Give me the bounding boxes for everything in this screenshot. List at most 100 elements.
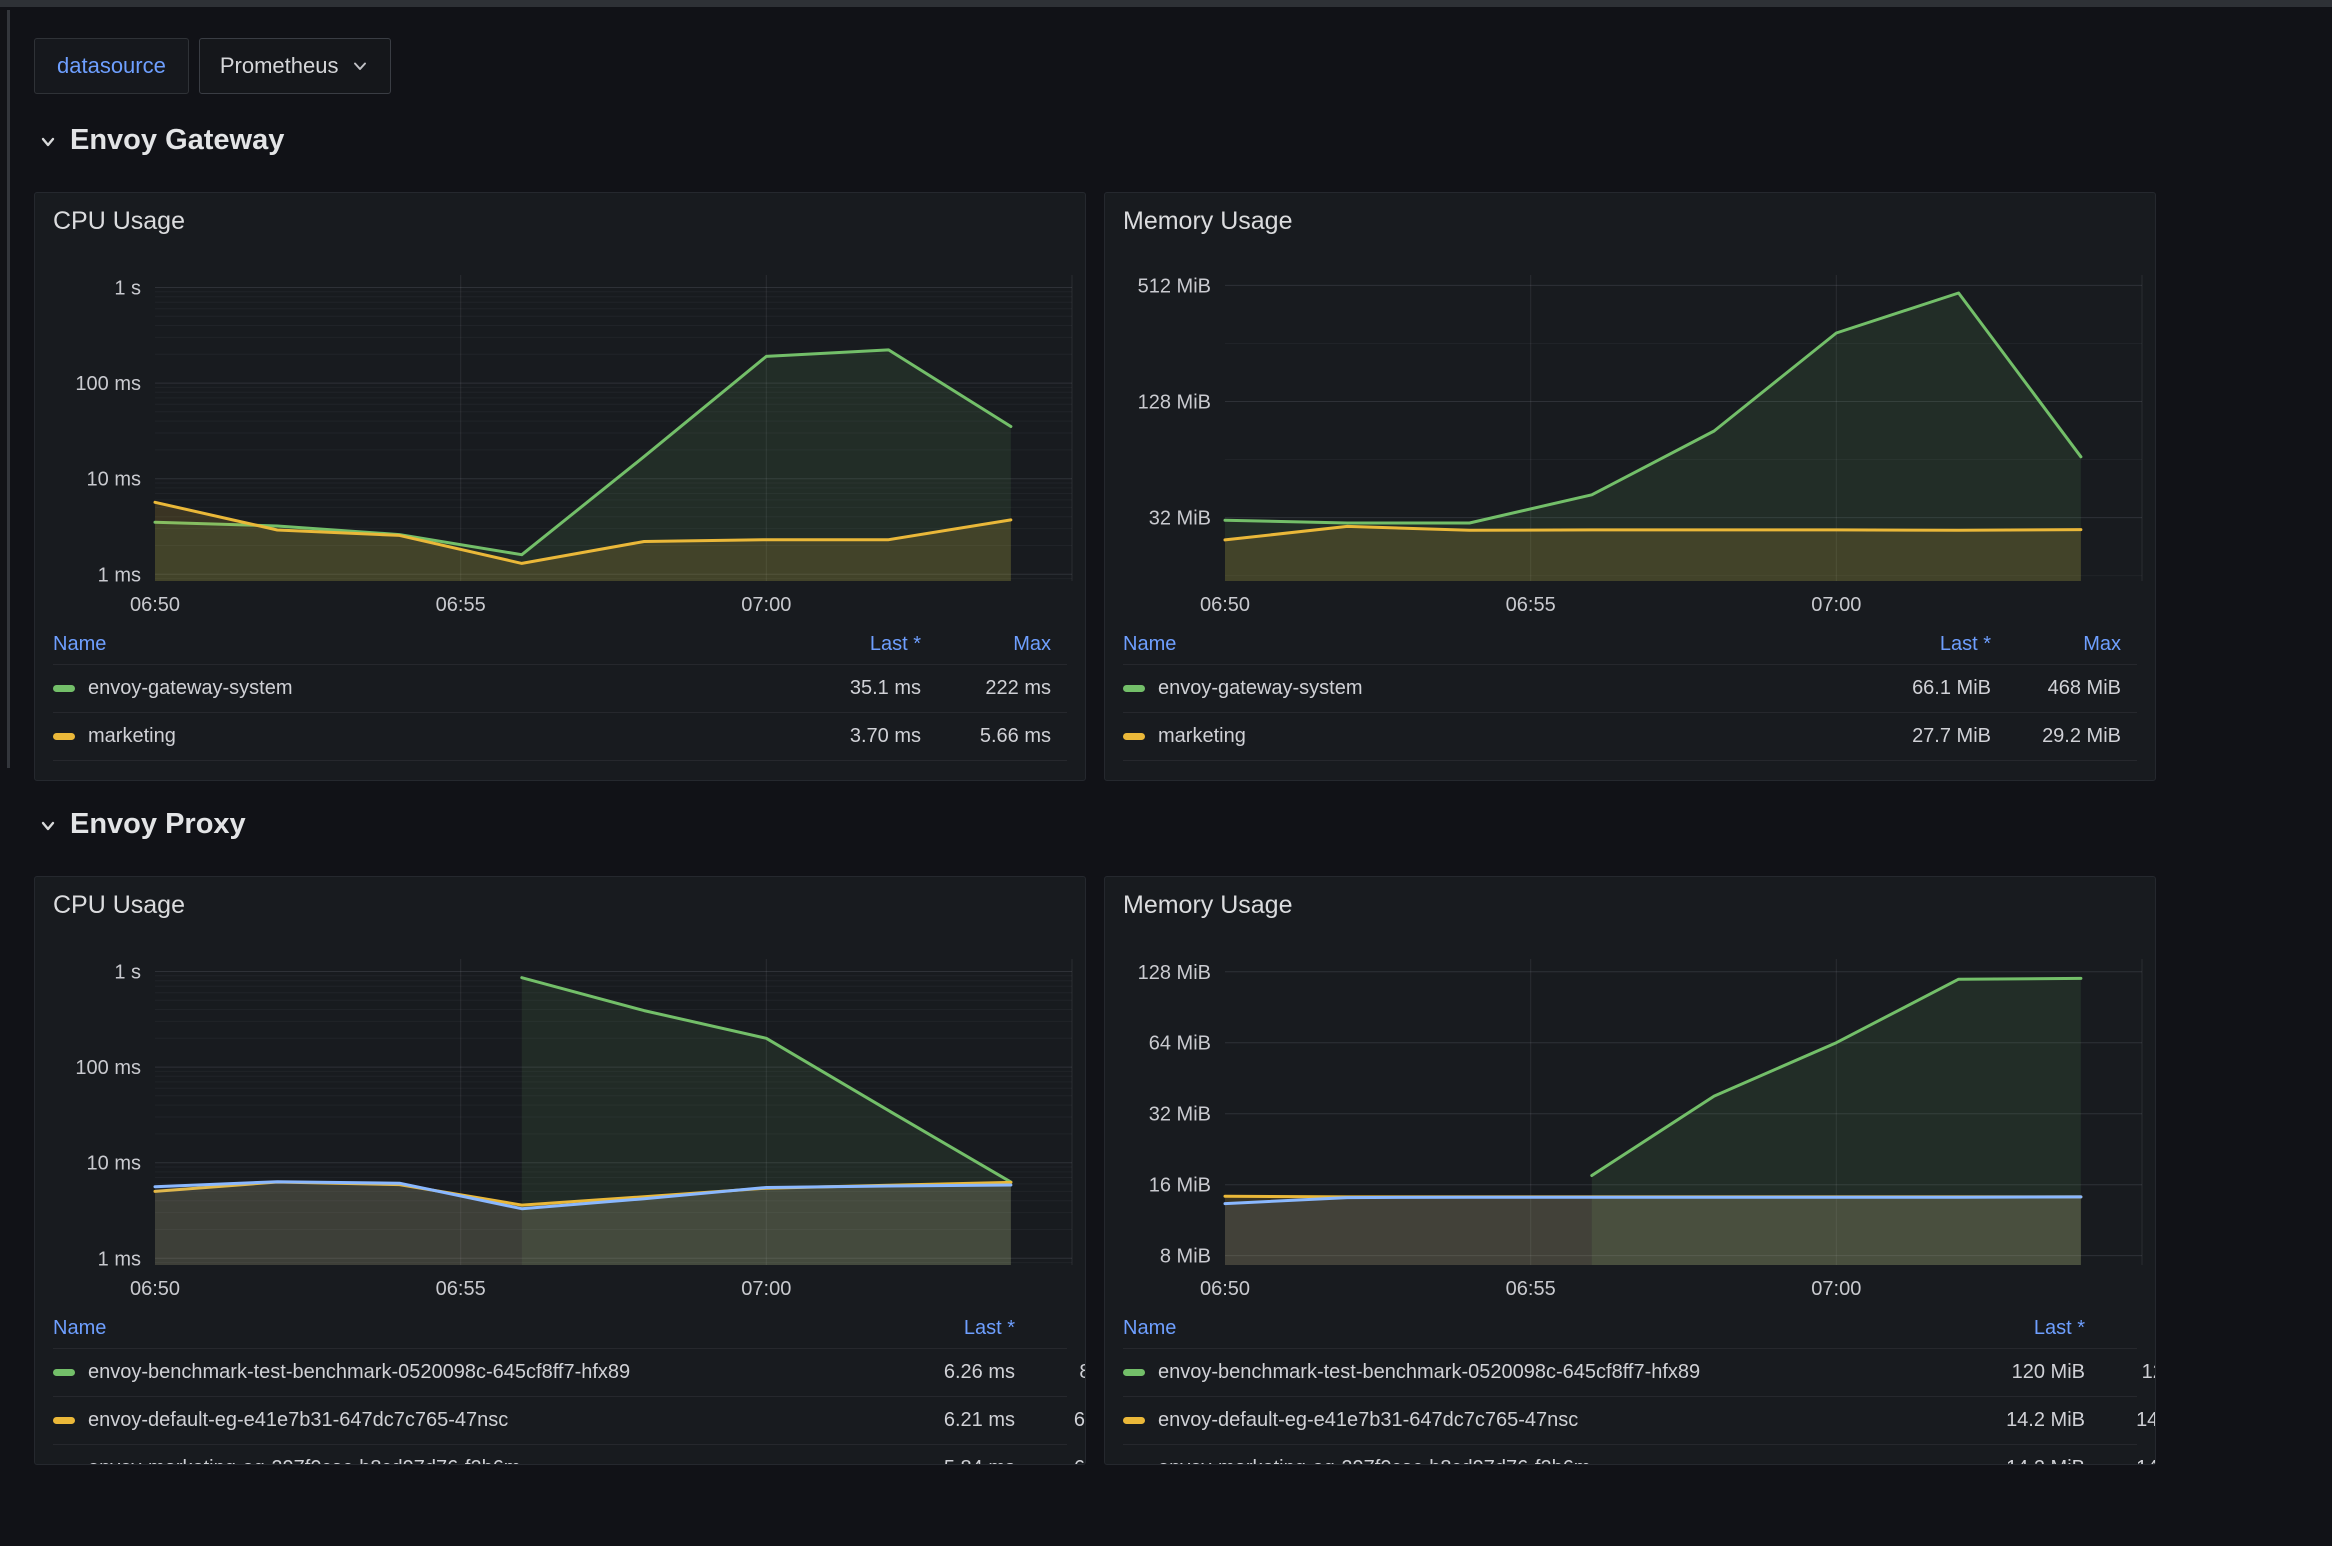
legend-last-value: 5.84 ms	[855, 1457, 1015, 1465]
chevron-down-icon	[36, 130, 60, 154]
legend-row: envoy-default-eg-e41e7b31-647dc7c765-47n…	[1123, 1397, 2137, 1445]
time-series-chart[interactable]: 1 ms10 ms100 ms1 s06:5006:5507:00	[35, 249, 1086, 621]
legend-header-name[interactable]: Name	[1123, 1317, 1925, 1340]
legend-last-value: 6.26 ms	[855, 1361, 1015, 1384]
legend-last-value: 6.21 ms	[855, 1409, 1015, 1432]
series-color-swatch[interactable]	[53, 685, 75, 692]
legend-series-name[interactable]: envoy-gateway-system	[1123, 677, 1831, 700]
legend-header-name[interactable]: Name	[53, 633, 761, 656]
legend-series-name[interactable]: marketing	[1123, 725, 1831, 748]
legend-row: envoy-gateway-system 35.1 ms 222 ms	[53, 665, 1067, 713]
legend-header-row: Name Last * Max	[53, 625, 1067, 665]
svg-text:1 s: 1 s	[114, 962, 141, 984]
series-color-swatch[interactable]	[53, 733, 75, 740]
legend-series-name[interactable]: envoy-marketing-eg-297f0cac-b8cd97d76-f2…	[53, 1457, 855, 1465]
panel-title[interactable]: CPU Usage	[53, 891, 185, 920]
time-series-chart[interactable]: 8 MiB16 MiB32 MiB64 MiB128 MiB06:5006:55…	[1105, 933, 2156, 1305]
legend-max-value: 468 MiB	[1991, 677, 2121, 700]
svg-text:06:50: 06:50	[1200, 1278, 1250, 1300]
legend-max-value: 6.27 ms	[1015, 1409, 1086, 1432]
chevron-down-icon	[350, 56, 370, 76]
chart-legend: Name Last * Max envoy-gateway-system 66.…	[1123, 625, 2137, 761]
series-color-swatch[interactable]	[1123, 685, 1145, 692]
panel-title[interactable]: Memory Usage	[1123, 891, 1293, 920]
legend-header-row: Name Last * Max	[53, 1309, 1067, 1349]
legend-series-name[interactable]: envoy-benchmark-test-benchmark-0520098c-…	[1123, 1361, 1925, 1384]
svg-text:10 ms: 10 ms	[87, 1153, 141, 1175]
legend-row: envoy-benchmark-test-benchmark-0520098c-…	[1123, 1349, 2137, 1397]
svg-text:07:00: 07:00	[741, 1278, 791, 1300]
legend-last-value: 3.70 ms	[761, 725, 921, 748]
section-header-envoy-gateway[interactable]: Envoy Gateway	[36, 124, 284, 157]
legend-row: envoy-marketing-eg-297f0cac-b8cd97d76-f2…	[1123, 1445, 2137, 1465]
legend-max-value: 29.2 MiB	[1991, 725, 2121, 748]
legend-header-max[interactable]: Max	[921, 633, 1051, 656]
series-color-swatch[interactable]	[1123, 733, 1145, 740]
legend-series-name[interactable]: marketing	[53, 725, 761, 748]
legend-header-name[interactable]: Name	[1123, 633, 1831, 656]
panel-title[interactable]: Memory Usage	[1123, 207, 1293, 236]
series-color-swatch[interactable]	[1123, 1417, 1145, 1424]
datasource-value-text: Prometheus	[220, 53, 339, 79]
svg-text:1 ms: 1 ms	[98, 564, 141, 586]
section-header-envoy-proxy[interactable]: Envoy Proxy	[36, 808, 246, 841]
svg-text:128 MiB: 128 MiB	[1138, 392, 1211, 414]
time-series-chart[interactable]: 32 MiB128 MiB512 MiB06:5006:5507:00	[1105, 249, 2156, 621]
chart-legend: Name Last * Max envoy-gateway-system 35.…	[53, 625, 1067, 761]
svg-text:100 ms: 100 ms	[75, 373, 141, 395]
panel-proxy-cpu: CPU Usage 1 ms10 ms100 ms1 s06:5006:5507…	[34, 876, 1086, 1465]
panel-title[interactable]: CPU Usage	[53, 207, 185, 236]
legend-series-name[interactable]: envoy-default-eg-e41e7b31-647dc7c765-47n…	[1123, 1409, 1925, 1432]
legend-last-value: 66.1 MiB	[1831, 677, 1991, 700]
svg-text:1 s: 1 s	[114, 278, 141, 300]
legend-header-last[interactable]: Last *	[1925, 1317, 2085, 1340]
series-color-swatch[interactable]	[53, 1369, 75, 1376]
legend-header-last[interactable]: Last *	[1831, 633, 1991, 656]
panel-proxy-memory: Memory Usage 8 MiB16 MiB32 MiB64 MiB128 …	[1104, 876, 2156, 1465]
datasource-dropdown[interactable]: Prometheus	[199, 38, 392, 94]
svg-text:07:00: 07:00	[1811, 1278, 1861, 1300]
legend-header-max[interactable]: Max	[1015, 1317, 1086, 1340]
legend-header-row: Name Last * Max	[1123, 625, 2137, 665]
legend-row: marketing 3.70 ms 5.66 ms	[53, 713, 1067, 761]
legend-header-name[interactable]: Name	[53, 1317, 855, 1340]
svg-text:32 MiB: 32 MiB	[1149, 508, 1211, 530]
legend-header-row: Name Last * Max	[1123, 1309, 2137, 1349]
legend-last-value: 27.7 MiB	[1831, 725, 1991, 748]
svg-text:07:00: 07:00	[1811, 594, 1861, 616]
panel-gateway-cpu: CPU Usage 1 ms10 ms100 ms1 s06:5006:5507…	[34, 192, 1086, 781]
time-series-chart[interactable]: 1 ms10 ms100 ms1 s06:5006:5507:00	[35, 933, 1086, 1305]
svg-text:8 MiB: 8 MiB	[1160, 1246, 1211, 1268]
dashboard-variables-toolbar: datasource Prometheus	[34, 38, 391, 94]
legend-header-max[interactable]: Max	[1991, 633, 2121, 656]
legend-last-value: 120 MiB	[1925, 1361, 2085, 1384]
series-color-swatch[interactable]	[1123, 1369, 1145, 1376]
svg-text:06:55: 06:55	[1506, 1278, 1556, 1300]
chart-legend: Name Last * Max envoy-benchmark-test-ben…	[1123, 1309, 2137, 1465]
legend-series-name[interactable]: envoy-marketing-eg-297f0cac-b8cd97d76-f2…	[1123, 1457, 1925, 1465]
svg-text:512 MiB: 512 MiB	[1138, 275, 1211, 297]
legend-row: envoy-default-eg-e41e7b31-647dc7c765-47n…	[53, 1397, 1067, 1445]
legend-last-value: 35.1 ms	[761, 677, 921, 700]
svg-text:06:55: 06:55	[436, 1278, 486, 1300]
panel-gateway-memory: Memory Usage 32 MiB128 MiB512 MiB06:5006…	[1104, 192, 2156, 781]
svg-text:100 ms: 100 ms	[75, 1057, 141, 1079]
legend-series-name[interactable]: envoy-benchmark-test-benchmark-0520098c-…	[53, 1361, 855, 1384]
section-title: Envoy Gateway	[70, 124, 284, 157]
legend-series-name[interactable]: envoy-gateway-system	[53, 677, 761, 700]
left-scroll-rail[interactable]	[7, 10, 10, 768]
legend-header-last[interactable]: Last *	[855, 1317, 1015, 1340]
legend-header-last[interactable]: Last *	[761, 633, 921, 656]
legend-series-name[interactable]: envoy-default-eg-e41e7b31-647dc7c765-47n…	[53, 1409, 855, 1432]
legend-max-value: 14.2 MiB	[2085, 1409, 2156, 1432]
datasource-variable-label[interactable]: datasource	[34, 38, 189, 94]
svg-text:128 MiB: 128 MiB	[1138, 962, 1211, 984]
legend-row: envoy-benchmark-test-benchmark-0520098c-…	[53, 1349, 1067, 1397]
legend-max-value: 222 ms	[921, 677, 1051, 700]
legend-header-max[interactable]: Max	[2085, 1317, 2156, 1340]
legend-last-value: 14.2 MiB	[1925, 1457, 2085, 1465]
svg-text:06:50: 06:50	[130, 594, 180, 616]
series-color-swatch[interactable]	[53, 1417, 75, 1424]
legend-max-value: 14.2 MiB	[2085, 1457, 2156, 1465]
legend-row: envoy-marketing-eg-297f0cac-b8cd97d76-f2…	[53, 1445, 1067, 1465]
